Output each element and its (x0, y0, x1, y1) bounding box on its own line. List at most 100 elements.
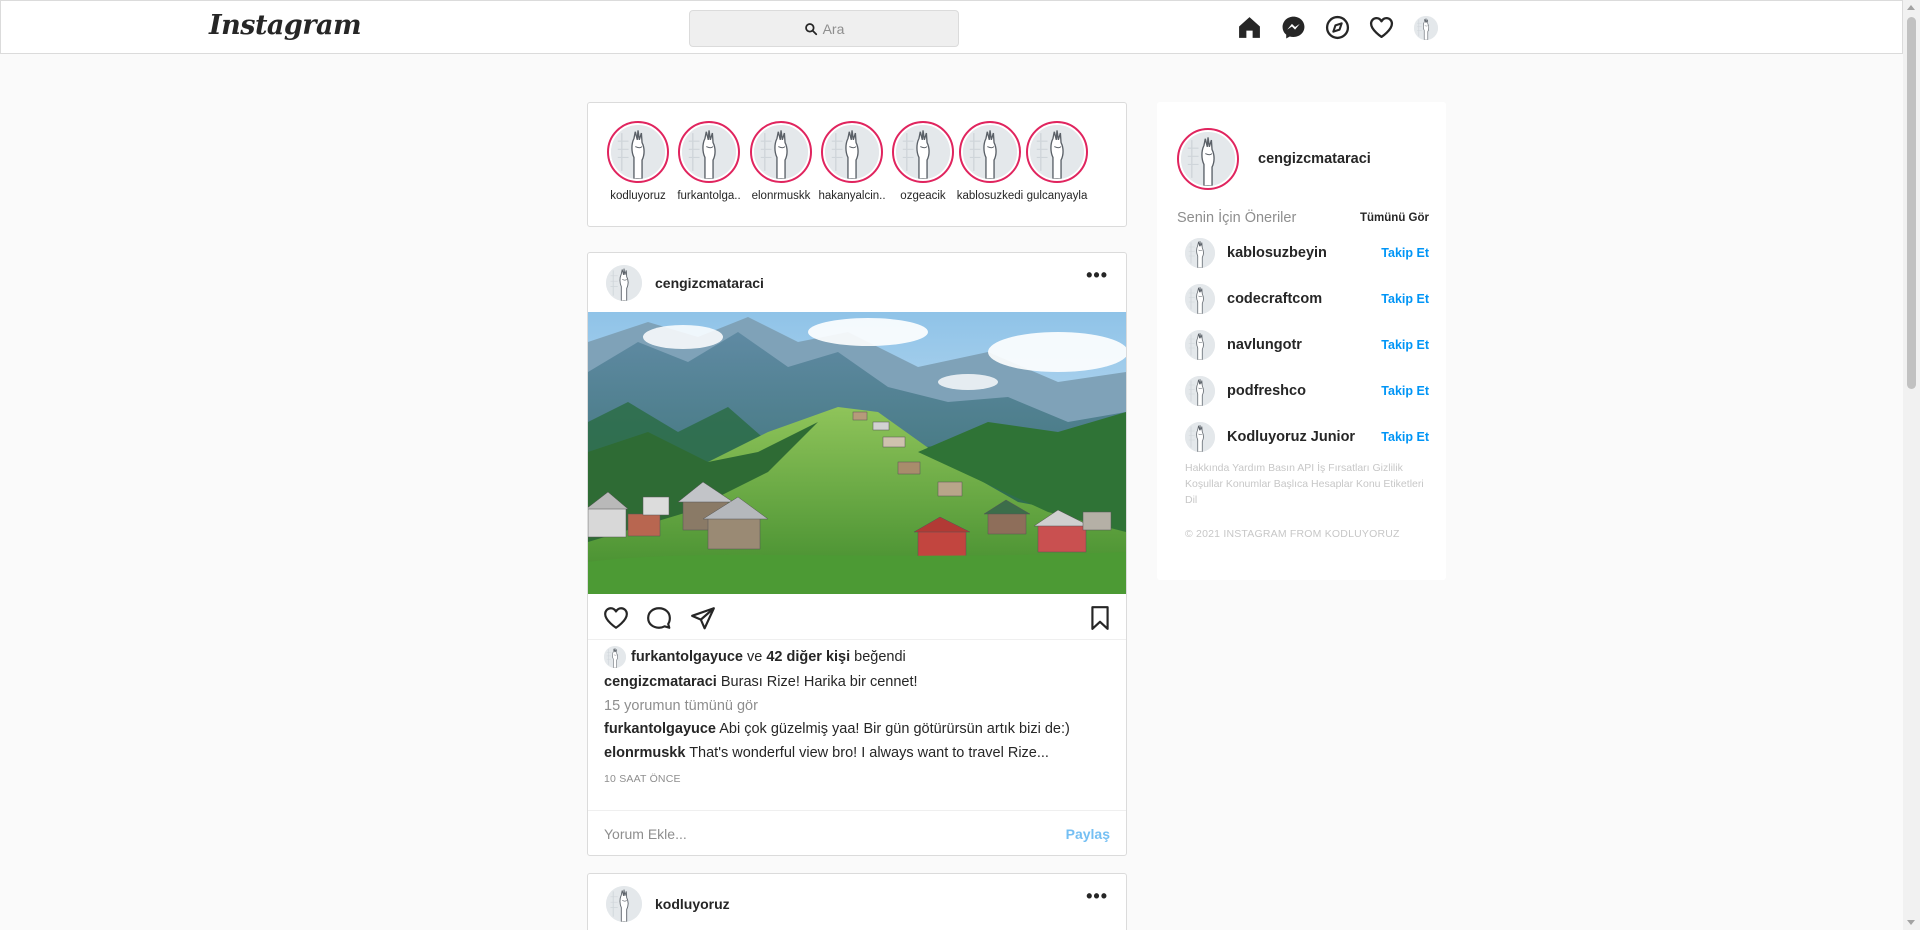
search-input[interactable]: Ara (689, 10, 959, 47)
likes-others-link[interactable]: 42 diğer kişi (766, 649, 850, 665)
heart-icon[interactable] (1369, 15, 1394, 40)
story-item[interactable]: kodluyoruz (603, 121, 673, 202)
home-icon[interactable] (1237, 15, 1262, 40)
add-comment-bar: Yorum Ekle... Paylaş (588, 810, 1126, 856)
current-username[interactable]: cengizcmataraci (1258, 151, 1371, 167)
story-item[interactable]: hakanyalcin.. (817, 121, 887, 202)
likes-connector: ve (747, 649, 763, 665)
comment-username[interactable]: elonrmuskk (604, 745, 685, 761)
see-all-link[interactable]: Tümünü Gör (1360, 212, 1429, 224)
avatar (963, 125, 1017, 179)
suggestion-username[interactable]: kablosuzbeyin (1227, 245, 1381, 261)
suggestion-username[interactable]: codecraftcom (1227, 291, 1381, 307)
avatar (1030, 125, 1084, 179)
story-item[interactable]: kablosuzkedi (955, 121, 1025, 202)
liker-username[interactable]: furkantolgayuce (631, 649, 743, 665)
post-actions (588, 594, 1126, 640)
post-comment-button[interactable]: Paylaş (1066, 826, 1110, 842)
story-item[interactable]: furkantolga.. (674, 121, 744, 202)
follow-button[interactable]: Takip Et (1381, 292, 1429, 306)
nav-icons (1237, 15, 1438, 40)
search-icon (804, 22, 817, 35)
story-item[interactable]: elonrmuskk (746, 121, 816, 202)
search-placeholder: Ara (822, 20, 845, 37)
stories-bar: kodluyoruz furkantolga.. elonrmuskk haka… (587, 102, 1127, 227)
like-heart-icon[interactable] (603, 605, 629, 631)
scrollbar-thumb[interactable] (1907, 17, 1916, 389)
caption-username[interactable]: cengizcmataraci (604, 674, 717, 690)
avatar[interactable] (1185, 376, 1215, 406)
view-all-comments-link[interactable]: 15 yorumun tümünü gör (604, 698, 758, 714)
post-author-avatar[interactable] (606, 885, 642, 922)
avatar (1181, 132, 1235, 186)
story-ring (892, 121, 954, 183)
suggestion-username[interactable]: navlungotr (1227, 337, 1381, 353)
copyright: © 2021 INSTAGRAM FROM KODLUYORUZ (1185, 528, 1400, 540)
add-comment-input[interactable]: Yorum Ekle... (604, 826, 1066, 842)
story-ring (1177, 128, 1239, 190)
post-caption: cengizcmataraci Burası Rize! Harika bir … (604, 674, 918, 690)
explore-icon[interactable] (1325, 15, 1350, 40)
footer-links[interactable]: Hakkında Yardım Basın API İş Fırsatları … (1185, 460, 1425, 508)
avatar[interactable] (1185, 330, 1215, 360)
comment-username[interactable]: furkantolgayuce (604, 721, 716, 737)
story-username: gulcanyayla (1026, 190, 1088, 202)
follow-button[interactable]: Takip Et (1381, 430, 1429, 444)
scroll-up-arrow-icon[interactable] (1907, 5, 1915, 10)
page-scrollbar[interactable] (1903, 0, 1920, 930)
suggestions-header: Senin İçin Öneriler Tümünü Gör (1177, 210, 1429, 226)
story-ring (678, 121, 740, 183)
story-ring (607, 121, 669, 183)
suggestion-item: codecraftcom Takip Et (1185, 284, 1429, 314)
comment-icon[interactable] (646, 605, 672, 631)
post-header: kodluyoruz ••• (588, 874, 1126, 930)
comment-item: furkantolgayuce Abi çok güzelmiş yaa! Bi… (604, 721, 1070, 737)
avatar (611, 125, 665, 179)
story-ring (959, 121, 1021, 183)
suggestion-username[interactable]: Kodluyoruz Junior (1227, 429, 1381, 445)
caption-text: Burası Rize! Harika bir cennet! (720, 674, 918, 690)
follow-button[interactable]: Takip Et (1381, 246, 1429, 260)
story-username: kodluyoruz (610, 190, 666, 202)
follow-button[interactable]: Takip Et (1381, 338, 1429, 352)
post-author-avatar[interactable] (606, 264, 642, 301)
feed-post: kodluyoruz ••• (587, 873, 1127, 930)
suggestion-username[interactable]: podfreshco (1227, 383, 1381, 399)
comment-text: That's wonderful view bro! I always want… (689, 745, 1049, 761)
story-username: hakanyalcin.. (818, 190, 886, 202)
right-sidebar: cengizcmataraci Senin İçin Öneriler Tümü… (1157, 102, 1446, 580)
top-navbar: Instagram Ara (0, 0, 1903, 54)
avatar (682, 125, 736, 179)
avatar[interactable] (1185, 422, 1215, 452)
story-ring (1026, 121, 1088, 183)
messenger-icon[interactable] (1281, 15, 1306, 40)
suggestion-item: kablosuzbeyin Takip Et (1185, 238, 1429, 268)
liker-avatar[interactable] (604, 646, 626, 668)
story-item[interactable]: ozgeacik (888, 121, 958, 202)
likes-summary: furkantolgayuce ve 42 diğer kişi beğendi (604, 646, 910, 668)
scroll-down-arrow-icon[interactable] (1907, 920, 1915, 925)
avatar[interactable] (1185, 284, 1215, 314)
instagram-logo[interactable]: Instagram (209, 10, 362, 41)
suggestion-item: Kodluyoruz Junior Takip Et (1185, 422, 1429, 452)
bookmark-icon[interactable] (1087, 605, 1113, 631)
suggestion-item: navlungotr Takip Et (1185, 330, 1429, 360)
post-image[interactable] (588, 312, 1126, 594)
post-author-username[interactable]: kodluyoruz (655, 896, 730, 912)
profile-avatar[interactable] (1413, 15, 1438, 40)
more-options-icon[interactable]: ••• (1086, 265, 1108, 286)
avatar (754, 125, 808, 179)
story-ring (750, 121, 812, 183)
follow-button[interactable]: Takip Et (1381, 384, 1429, 398)
feed-post: cengizcmataraci ••• furkantolgayuce ve 4… (587, 252, 1127, 856)
current-user[interactable]: cengizcmataraci (1177, 128, 1371, 190)
avatar (825, 125, 879, 179)
post-header: cengizcmataraci ••• (588, 253, 1126, 312)
likes-suffix: beğendi (854, 649, 906, 665)
comment-item: elonrmuskk That's wonderful view bro! I … (604, 745, 1049, 761)
story-item[interactable]: gulcanyayla (1022, 121, 1092, 202)
share-paper-plane-icon[interactable] (690, 605, 716, 631)
post-author-username[interactable]: cengizcmataraci (655, 275, 764, 291)
avatar[interactable] (1185, 238, 1215, 268)
more-options-icon[interactable]: ••• (1086, 886, 1108, 907)
